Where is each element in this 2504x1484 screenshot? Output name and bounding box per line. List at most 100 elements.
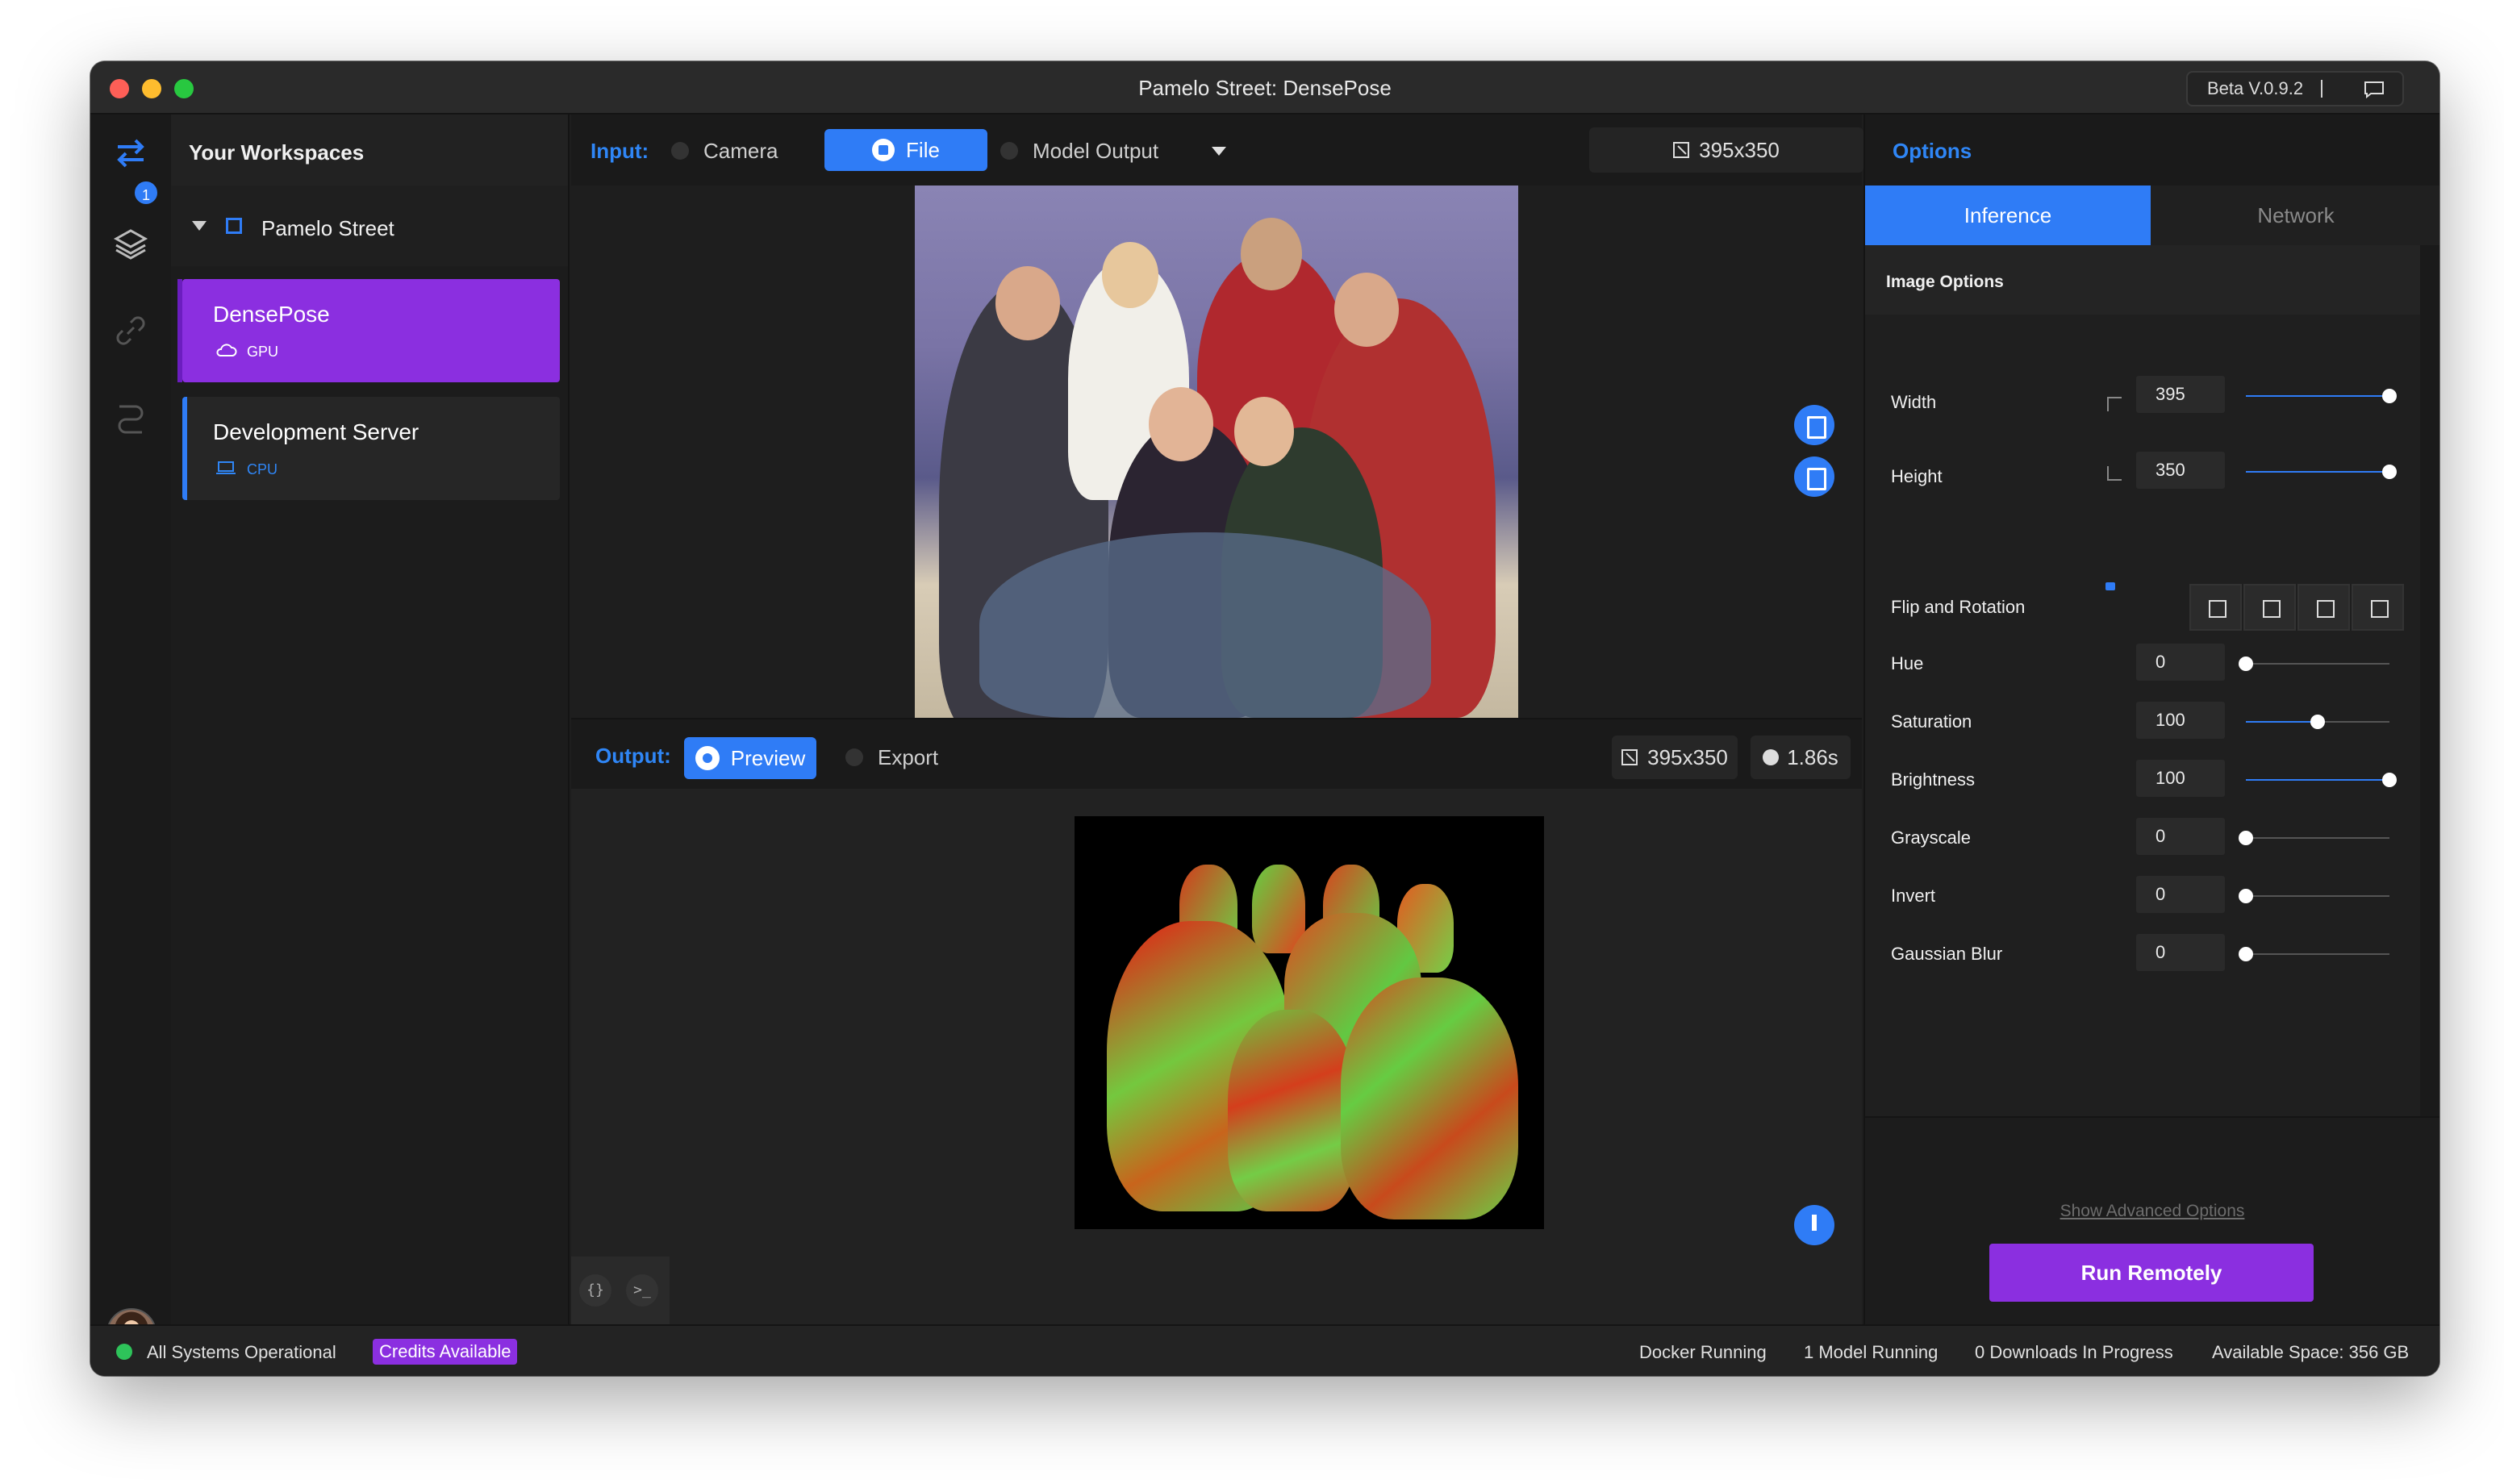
output-toolbar: Output: Preview Export 395x350 1.86s xyxy=(571,718,1862,789)
invert-input[interactable]: 0 xyxy=(2136,876,2225,913)
source-camera[interactable]: Camera xyxy=(671,131,778,171)
grayscale-slider-knob[interactable] xyxy=(2239,831,2253,845)
saturation-slider[interactable] xyxy=(2246,715,2389,729)
brightness-slider[interactable] xyxy=(2246,773,2397,787)
width-input[interactable]: 395 xyxy=(2136,376,2225,413)
code-brackets-icon[interactable]: {} xyxy=(579,1274,611,1307)
output-label: Output: xyxy=(595,744,671,768)
camera-icon xyxy=(671,142,689,160)
main-area: Input: Camera File Model Output 395x350 xyxy=(571,115,1863,1324)
workspace-card-hardware: CPU xyxy=(247,461,278,477)
models-status: 1 Model Running xyxy=(1804,1342,1939,1362)
input-size-box: 395x350 xyxy=(1589,127,1863,173)
download-output-button[interactable] xyxy=(1794,1205,1834,1245)
workspaces-header: Your Workspaces xyxy=(171,115,568,186)
gaussian-blur-slider-knob[interactable] xyxy=(2239,947,2253,961)
swap-arrows-icon[interactable] xyxy=(111,134,150,173)
input-label: Input: xyxy=(591,139,649,163)
width-slider-knob[interactable] xyxy=(2382,389,2397,403)
lock-icon[interactable] xyxy=(2105,582,2115,590)
download-icon xyxy=(845,748,863,766)
gaussian-blur-slider[interactable] xyxy=(2239,947,2389,961)
source-file-label: File xyxy=(906,137,940,162)
available-space: Available Space: 356 GB xyxy=(2212,1342,2410,1362)
workspace-card-densepose[interactable]: DensePose GPU xyxy=(177,279,560,382)
section-title: Image Options xyxy=(1886,273,2004,291)
source-camera-label: Camera xyxy=(703,138,778,163)
invert-slider-knob[interactable] xyxy=(2239,889,2253,903)
height-slider[interactable] xyxy=(2246,465,2397,479)
saturation-input[interactable]: 100 xyxy=(2136,702,2225,739)
open-folder-button[interactable] xyxy=(1794,456,1834,497)
chevron-down-icon[interactable] xyxy=(192,221,207,231)
workspace-count-badge: 1 xyxy=(132,179,160,206)
app-window: Pamelo Street: DensePose Beta V.0.9.2 1 … xyxy=(90,61,2439,1376)
height-slider-knob[interactable] xyxy=(2382,465,2397,479)
workspaces-sidebar: Your Workspaces Pamelo Street DensePose … xyxy=(171,115,570,1324)
aspect-link-top xyxy=(2107,397,2122,411)
invert-slider[interactable] xyxy=(2239,889,2389,903)
options-title: Options xyxy=(1893,139,1972,163)
run-remotely-button[interactable]: Run Remotely xyxy=(1989,1244,2314,1302)
hue-input[interactable]: 0 xyxy=(2136,644,2225,681)
export-button[interactable]: Export xyxy=(845,737,938,777)
input-toolbar: Input: Camera File Model Output 395x350 xyxy=(571,115,1863,186)
workspace-card-development-server[interactable]: Development Server CPU xyxy=(182,397,560,500)
hue-slider-knob[interactable] xyxy=(2239,657,2253,671)
title-bar: Pamelo Street: DensePose Beta V.0.9.2 xyxy=(90,61,2439,115)
options-panel: Options Inference Network Image Options … xyxy=(1863,115,2439,1324)
workspace-card-name: DensePose xyxy=(213,302,330,327)
gaussian-blur-input[interactable]: 0 xyxy=(2136,934,2225,971)
tab-network[interactable]: Network xyxy=(2151,186,2439,245)
workspaces-title: Your Workspaces xyxy=(189,140,365,165)
rotate-right-icon[interactable] xyxy=(2352,584,2404,631)
preview-button[interactable]: Preview xyxy=(684,737,816,779)
layers-icon[interactable] xyxy=(111,224,150,263)
chevron-down-icon[interactable] xyxy=(1212,147,1226,156)
hue-slider[interactable] xyxy=(2239,657,2389,671)
height-input[interactable]: 350 xyxy=(2136,452,2225,489)
eye-icon xyxy=(695,746,720,770)
workspace-group-label: Pamelo Street xyxy=(261,216,394,240)
input-preview xyxy=(571,186,1862,718)
source-model-output[interactable]: Model Output xyxy=(1000,131,1158,171)
options-scrollbar[interactable] xyxy=(2420,245,2439,1116)
grayscale-label: Grayscale xyxy=(1891,827,1972,848)
docker-status: Docker Running xyxy=(1639,1342,1767,1362)
width-slider[interactable] xyxy=(2246,389,2397,403)
clock-icon xyxy=(1763,749,1780,765)
brightness-input[interactable]: 100 xyxy=(2136,760,2225,797)
workspace-group[interactable]: Pamelo Street xyxy=(171,186,568,266)
resize-icon xyxy=(1673,142,1690,158)
flip-vertical-icon[interactable] xyxy=(2243,584,2296,631)
rotate-left-icon[interactable] xyxy=(2297,584,2350,631)
status-ok-icon xyxy=(116,1344,132,1360)
options-header: Options xyxy=(1865,115,2439,186)
workspace-card-name: Development Server xyxy=(213,419,419,444)
workspace-icon xyxy=(226,218,242,234)
tab-inference[interactable]: Inference xyxy=(1865,186,2151,245)
export-label: Export xyxy=(878,744,939,769)
flip-horizontal-icon[interactable] xyxy=(2189,584,2242,631)
systems-status: All Systems Operational xyxy=(147,1342,336,1362)
show-advanced-options-link[interactable]: Show Advanced Options xyxy=(1865,1202,2439,1221)
terminal-icon[interactable]: >_ xyxy=(626,1274,658,1307)
credits-badge[interactable]: Credits Available xyxy=(373,1339,518,1365)
brightness-slider-knob[interactable] xyxy=(2382,773,2397,787)
pipeline-icon[interactable] xyxy=(111,397,150,436)
downloads-status: 0 Downloads In Progress xyxy=(1975,1342,2173,1362)
aspect-link-bottom xyxy=(2107,466,2122,481)
open-file-button[interactable] xyxy=(1794,405,1834,445)
input-size: 395x350 xyxy=(1699,137,1780,162)
output-preview: {} >_ xyxy=(571,789,1862,1324)
width-label: Width xyxy=(1891,392,1937,412)
height-label: Height xyxy=(1891,466,1943,486)
link-icon[interactable] xyxy=(111,311,150,350)
grayscale-input[interactable]: 0 xyxy=(2136,818,2225,855)
laptop-icon xyxy=(216,461,236,474)
feedback-icon[interactable] xyxy=(2364,81,2385,98)
file-icon xyxy=(872,139,895,161)
source-file-button[interactable]: File xyxy=(824,129,987,171)
saturation-slider-knob[interactable] xyxy=(2310,715,2325,729)
grayscale-slider[interactable] xyxy=(2239,831,2389,845)
